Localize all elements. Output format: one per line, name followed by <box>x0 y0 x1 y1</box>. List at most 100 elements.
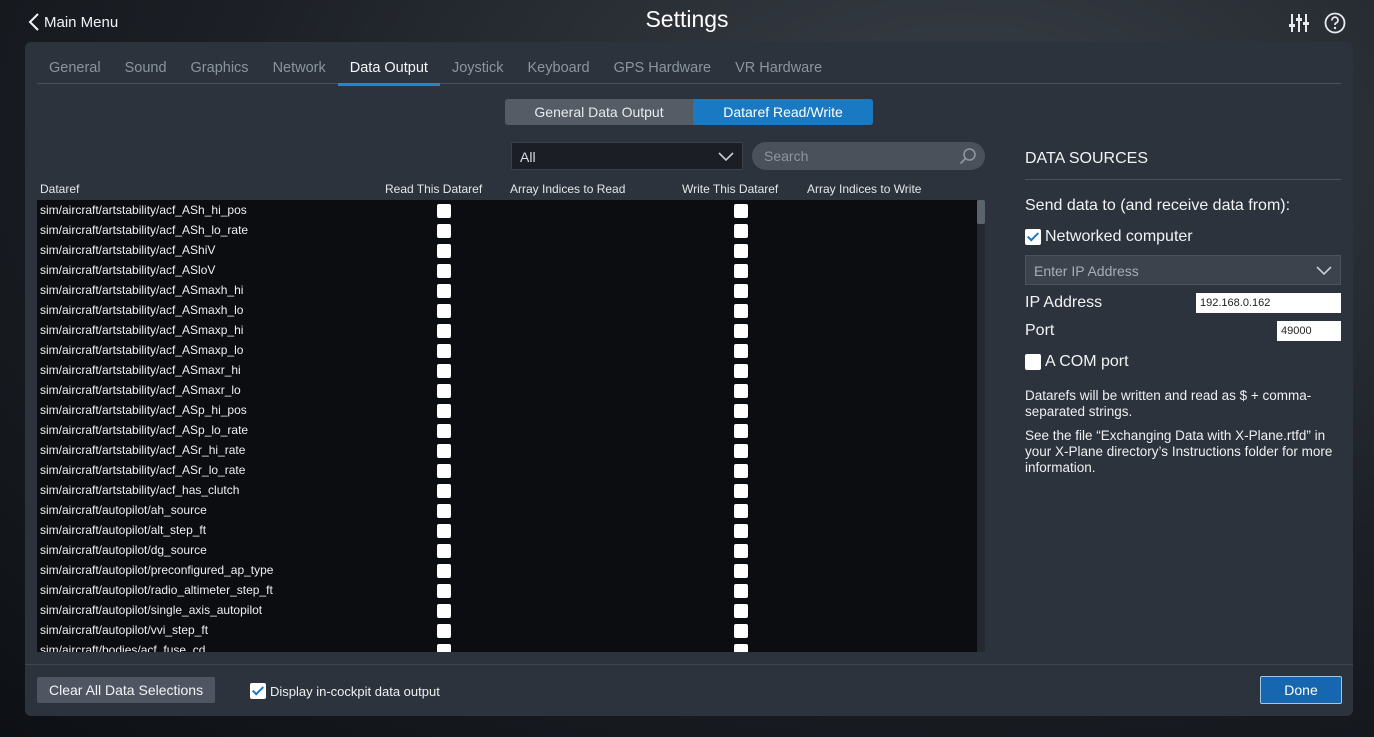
read-dataref-checkbox[interactable] <box>437 644 451 652</box>
dataref-filter-select[interactable]: All <box>511 142 743 170</box>
com-port-checkbox[interactable] <box>1025 354 1041 370</box>
tab-general[interactable]: General <box>37 56 113 84</box>
write-dataref-checkbox[interactable] <box>734 484 748 498</box>
col-header-write: Write This Dataref <box>682 182 779 196</box>
dataref-name: sim/aircraft/autopilot/dg_source <box>40 543 207 557</box>
read-dataref-checkbox[interactable] <box>437 424 451 438</box>
read-dataref-checkbox[interactable] <box>437 484 451 498</box>
search-input[interactable] <box>764 148 944 164</box>
sliders-icon[interactable] <box>1288 12 1310 34</box>
write-dataref-checkbox[interactable] <box>734 384 748 398</box>
table-row: sim/aircraft/artstability/acf_ASp_hi_pos <box>37 400 977 420</box>
table-row: sim/aircraft/bodies/acf_fuse_cd <box>37 640 977 652</box>
write-dataref-checkbox[interactable] <box>734 604 748 618</box>
read-dataref-checkbox[interactable] <box>437 464 451 478</box>
exchanging-data-note: See the file “Exchanging Data with X-Pla… <box>1025 428 1333 475</box>
read-dataref-checkbox[interactable] <box>437 564 451 578</box>
tab-joystick[interactable]: Joystick <box>440 56 516 84</box>
search-icon <box>959 148 976 165</box>
read-dataref-checkbox[interactable] <box>437 444 451 458</box>
clear-all-data-selections-button[interactable]: Clear All Data Selections <box>37 677 216 703</box>
write-dataref-checkbox[interactable] <box>734 444 748 458</box>
general-data-output-button[interactable]: General Data Output <box>505 99 693 125</box>
read-dataref-checkbox[interactable] <box>437 384 451 398</box>
write-dataref-checkbox[interactable] <box>734 244 748 258</box>
write-dataref-checkbox[interactable] <box>734 404 748 418</box>
tab-gps-hardware[interactable]: GPS Hardware <box>602 56 724 84</box>
dataref-name: sim/aircraft/artstability/acf_ASmaxh_hi <box>40 283 244 297</box>
table-row: sim/aircraft/artstability/acf_AShiV <box>37 240 977 260</box>
dataref-name: sim/aircraft/artstability/acf_ASmaxp_hi <box>40 323 244 337</box>
read-dataref-checkbox[interactable] <box>437 544 451 558</box>
dataref-name: sim/aircraft/artstability/acf_ASp_lo_rat… <box>40 423 249 437</box>
read-dataref-checkbox[interactable] <box>437 624 451 638</box>
write-dataref-checkbox[interactable] <box>734 644 748 652</box>
write-dataref-checkbox[interactable] <box>734 364 748 378</box>
tab-network[interactable]: Network <box>261 56 338 84</box>
chevron-down-icon <box>718 152 734 162</box>
dataref-name: sim/aircraft/artstability/acf_ASr_hi_rat… <box>40 443 246 457</box>
dataref-read-write-button[interactable]: Dataref Read/Write <box>693 99 873 125</box>
tab-keyboard[interactable]: Keyboard <box>516 56 602 84</box>
read-dataref-checkbox[interactable] <box>437 364 451 378</box>
table-row: sim/aircraft/artstability/acf_ASloV <box>37 260 977 280</box>
filter-value: All <box>520 149 536 165</box>
ip-address-select[interactable]: Enter IP Address <box>1025 255 1341 285</box>
read-dataref-checkbox[interactable] <box>437 404 451 418</box>
write-dataref-checkbox[interactable] <box>734 544 748 558</box>
display-in-cockpit-label: Display in-cockpit data output <box>270 684 440 699</box>
write-dataref-checkbox[interactable] <box>734 264 748 278</box>
divider <box>25 664 1353 665</box>
write-dataref-checkbox[interactable] <box>734 584 748 598</box>
read-dataref-checkbox[interactable] <box>437 224 451 238</box>
write-dataref-checkbox[interactable] <box>734 524 748 538</box>
done-button[interactable]: Done <box>1260 676 1342 704</box>
write-dataref-checkbox[interactable] <box>734 204 748 218</box>
tab-graphics[interactable]: Graphics <box>179 56 261 84</box>
tab-vr-hardware[interactable]: VR Hardware <box>723 56 834 84</box>
dataref-name: sim/aircraft/autopilot/vvi_step_ft <box>40 623 209 637</box>
help-icon[interactable] <box>1324 12 1346 34</box>
display-in-cockpit-checkbox[interactable] <box>250 683 266 699</box>
tab-data-output[interactable]: Data Output <box>337 56 441 86</box>
read-dataref-checkbox[interactable] <box>437 584 451 598</box>
write-dataref-checkbox[interactable] <box>734 624 748 638</box>
data-sources-title: DATA SOURCES <box>1025 150 1148 167</box>
write-dataref-checkbox[interactable] <box>734 284 748 298</box>
networked-computer-checkbox[interactable] <box>1025 229 1041 245</box>
write-dataref-checkbox[interactable] <box>734 424 748 438</box>
write-dataref-checkbox[interactable] <box>734 464 748 478</box>
read-dataref-checkbox[interactable] <box>437 284 451 298</box>
search-box <box>752 142 985 170</box>
read-dataref-checkbox[interactable] <box>437 304 451 318</box>
tab-sound[interactable]: Sound <box>113 56 179 84</box>
read-dataref-checkbox[interactable] <box>437 344 451 358</box>
ip-address-label: IP Address <box>1025 294 1103 311</box>
table-row: sim/aircraft/artstability/acf_ASr_lo_rat… <box>37 460 977 480</box>
write-dataref-checkbox[interactable] <box>734 504 748 518</box>
chevron-down-icon <box>1316 266 1332 276</box>
table-scrollbar[interactable] <box>977 200 985 652</box>
ip-address-input[interactable] <box>1196 293 1341 313</box>
write-dataref-checkbox[interactable] <box>734 304 748 318</box>
dataref-name: sim/aircraft/artstability/acf_ASh_hi_pos <box>40 203 247 217</box>
dataref-name: sim/aircraft/autopilot/single_axis_autop… <box>40 603 263 617</box>
read-dataref-checkbox[interactable] <box>437 204 451 218</box>
top-bar: Main Menu Settings <box>0 0 1374 42</box>
table-scroll-thumb[interactable] <box>977 200 985 224</box>
port-input[interactable] <box>1277 321 1341 341</box>
table-row: sim/aircraft/artstability/acf_has_clutch <box>37 480 977 500</box>
write-dataref-checkbox[interactable] <box>734 344 748 358</box>
table-row: sim/aircraft/autopilot/vvi_step_ft <box>37 620 977 640</box>
read-dataref-checkbox[interactable] <box>437 264 451 278</box>
read-dataref-checkbox[interactable] <box>437 244 451 258</box>
read-dataref-checkbox[interactable] <box>437 604 451 618</box>
write-dataref-checkbox[interactable] <box>734 224 748 238</box>
read-dataref-checkbox[interactable] <box>437 524 451 538</box>
read-dataref-checkbox[interactable] <box>437 324 451 338</box>
write-dataref-checkbox[interactable] <box>734 564 748 578</box>
port-label: Port <box>1025 322 1055 339</box>
table-row: sim/aircraft/artstability/acf_ASr_hi_rat… <box>37 440 977 460</box>
write-dataref-checkbox[interactable] <box>734 324 748 338</box>
read-dataref-checkbox[interactable] <box>437 504 451 518</box>
